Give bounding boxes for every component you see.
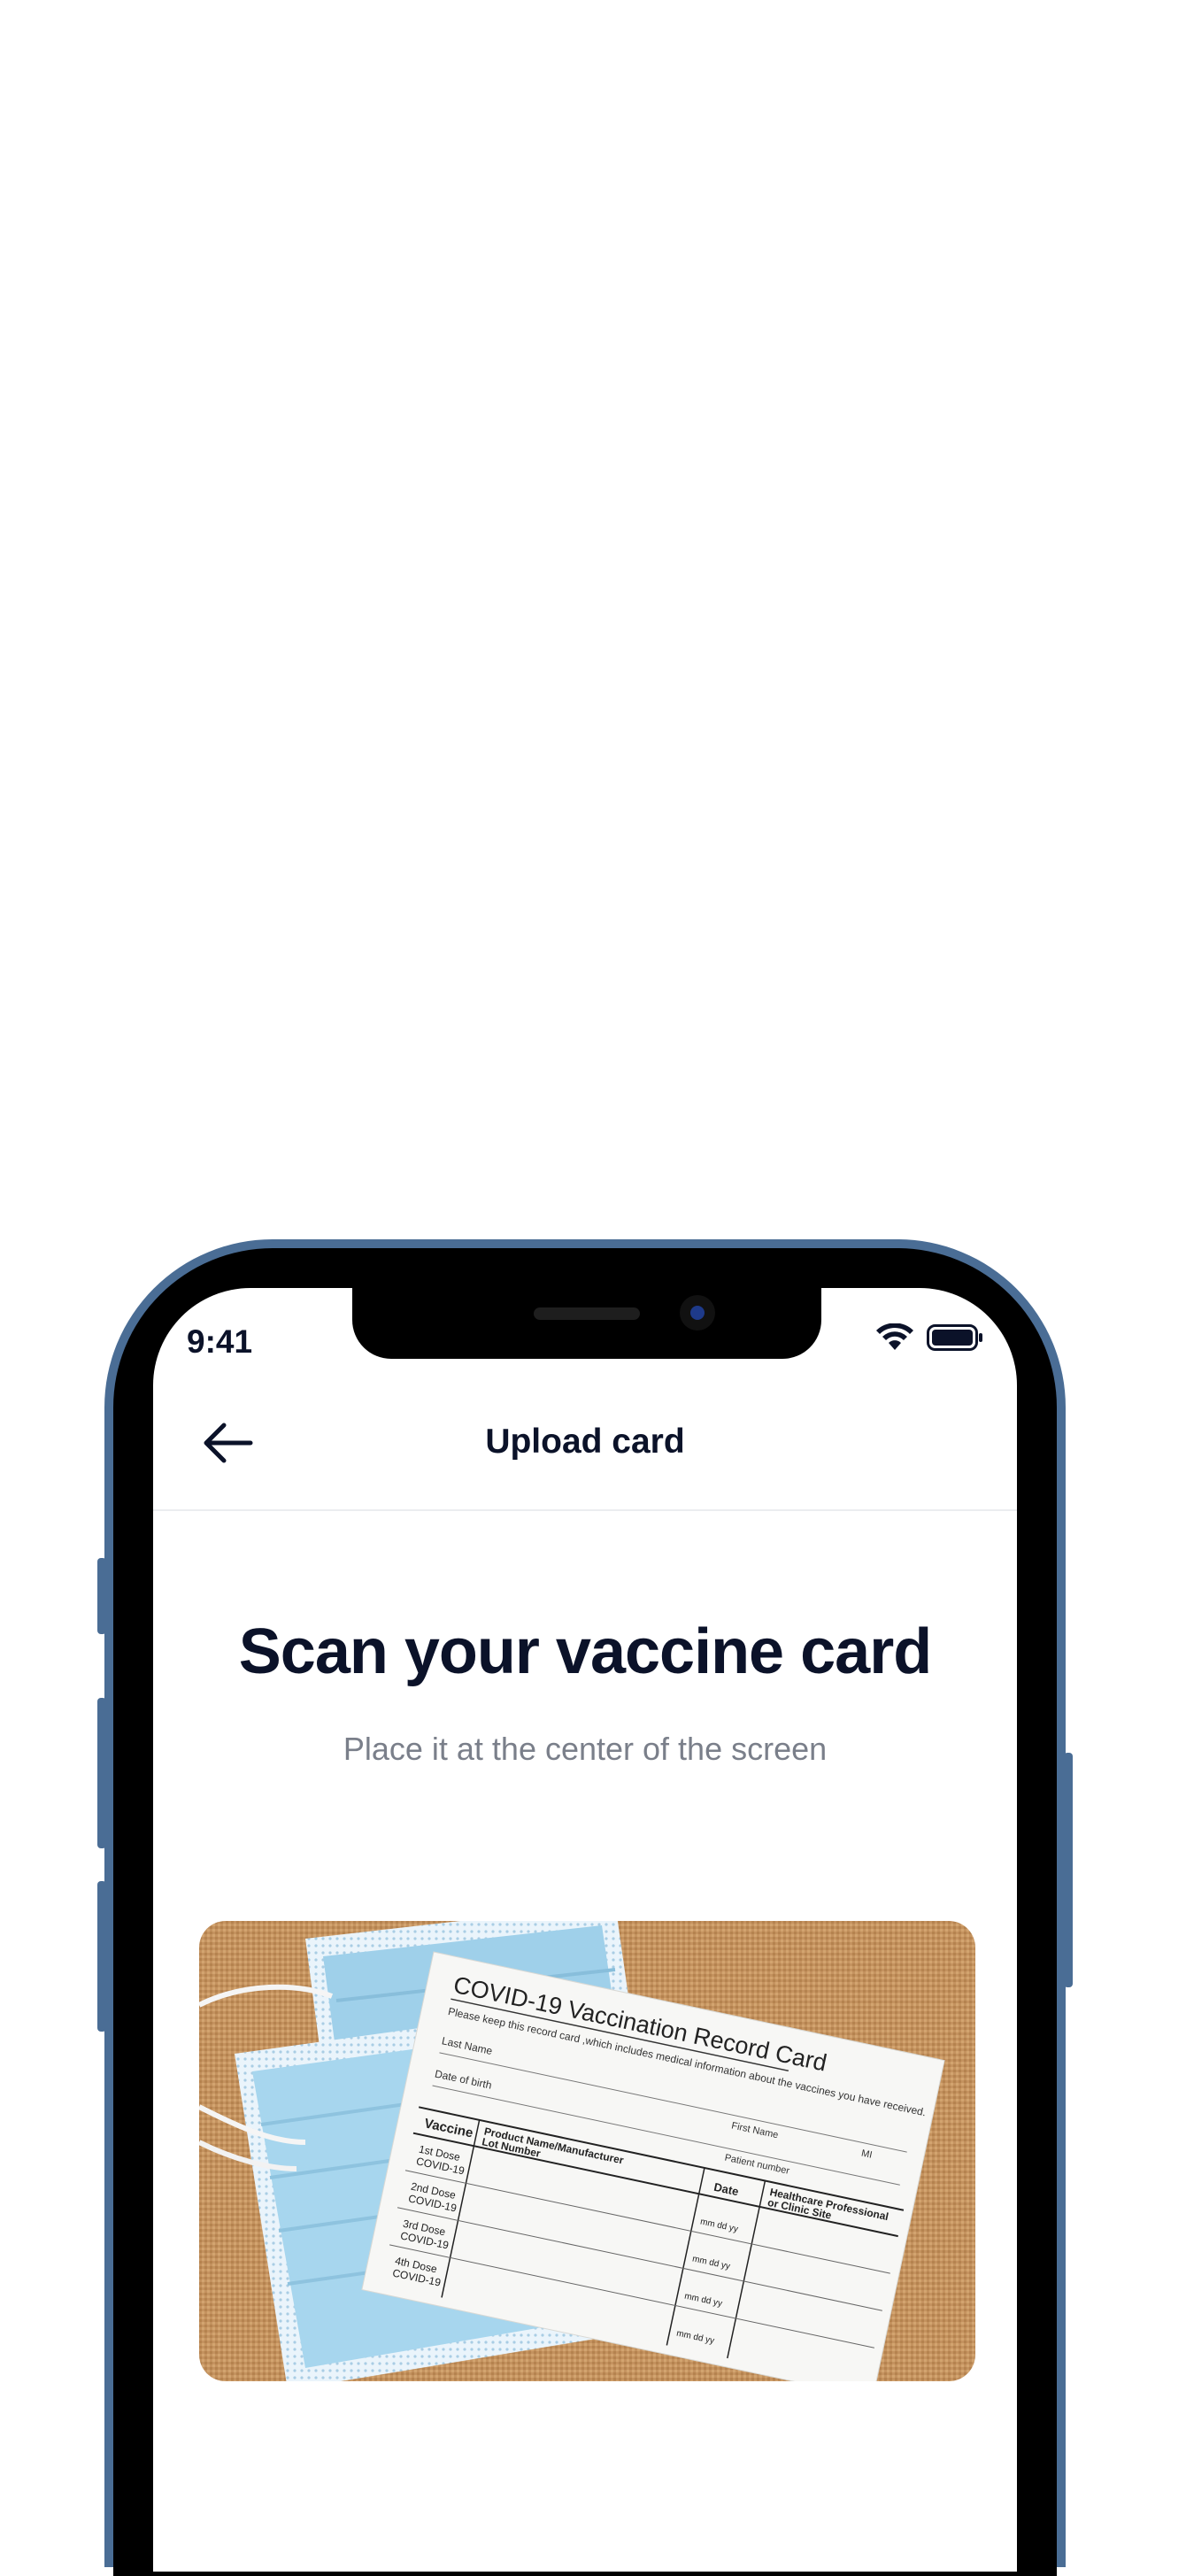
- card-mi-label: MI: [860, 2148, 873, 2161]
- volume-down-button: [97, 1881, 106, 2032]
- notch: [352, 1288, 821, 1359]
- phone-screen: 9:41 Upload card Scan your vaccine card …: [153, 1288, 1017, 2572]
- vaccine-card-photo: COVID-19 Vaccination Record Card Please …: [199, 1921, 975, 2381]
- nav-title: Upload card: [485, 1423, 685, 1461]
- power-button: [1064, 1753, 1073, 1987]
- battery-icon: [927, 1323, 983, 1356]
- page-heading: Scan your vaccine card: [238, 1616, 932, 1687]
- wifi-icon: [875, 1323, 914, 1356]
- nav-bar: Upload card: [153, 1377, 1017, 1511]
- page-subtitle: Place it at the center of the screen: [343, 1731, 828, 1767]
- status-time: 9:41: [187, 1323, 253, 1360]
- status-icons: [875, 1323, 983, 1356]
- front-camera: [680, 1295, 715, 1330]
- volume-up-button: [97, 1698, 106, 1848]
- speaker-grille: [534, 1307, 640, 1320]
- mute-switch: [97, 1558, 106, 1634]
